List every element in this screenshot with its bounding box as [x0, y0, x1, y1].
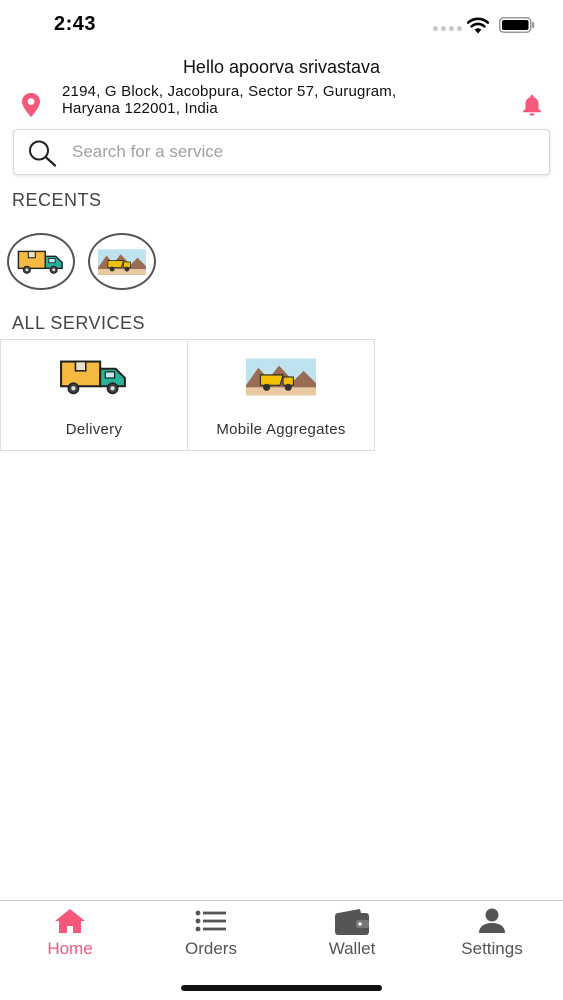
nav-label-settings: Settings [461, 939, 523, 958]
nav-label-wallet: Wallet [328, 939, 376, 958]
wifi-icon [466, 17, 490, 34]
search-input[interactable] [72, 130, 542, 174]
app-screen: 2:43 Hello apoorva srivastava 2194, G Bl… [0, 0, 563, 1000]
nav-tab-settings[interactable]: Settings [422, 901, 562, 971]
search-bar[interactable] [13, 129, 550, 175]
service-card-mobile-aggregates[interactable]: Mobile Aggregates [187, 339, 375, 451]
list-icon [195, 910, 226, 932]
search-icon [29, 140, 57, 167]
location-pin-icon[interactable] [20, 92, 42, 118]
service-label: Mobile Aggregates [216, 421, 346, 438]
home-icon [55, 909, 85, 933]
nav-label-orders: Orders [185, 939, 237, 958]
nav-tab-home[interactable]: Home [0, 901, 140, 971]
service-card-delivery[interactable]: Delivery [0, 339, 188, 451]
status-bar: 2:43 [0, 0, 563, 50]
person-icon [479, 908, 505, 933]
all-services-heading: ALL SERVICES [12, 313, 146, 333]
cellular-signal-icon [433, 26, 462, 31]
notification-bell-icon[interactable] [520, 93, 544, 117]
wallet-icon [335, 909, 369, 935]
delivery-address[interactable]: 2194, G Block, Jacobpura, Sector 57, Gur… [62, 83, 502, 117]
nav-tab-wallet[interactable]: Wallet [282, 901, 422, 971]
dump-truck-icon [246, 358, 316, 396]
home-indicator[interactable] [181, 985, 382, 991]
recents-heading: RECENTS [12, 190, 102, 210]
nav-label-home: Home [47, 939, 93, 958]
address-line-2: Haryana 122001, India [62, 100, 218, 117]
address-line-1: 2194, G Block, Jacobpura, Sector 57, Gur… [62, 83, 397, 100]
delivery-truck-icon [17, 250, 63, 274]
recent-item-mobile-aggregates[interactable] [88, 233, 156, 290]
battery-icon [499, 17, 535, 33]
nav-tab-orders[interactable]: Orders [141, 901, 281, 971]
status-time: 2:43 [54, 13, 97, 35]
recent-item-delivery[interactable] [7, 233, 75, 290]
delivery-truck-icon [60, 360, 126, 395]
dump-truck-icon [98, 248, 146, 275]
service-label: Delivery [65, 421, 123, 438]
greeting-text: Hello apoorva srivastava [182, 57, 381, 77]
